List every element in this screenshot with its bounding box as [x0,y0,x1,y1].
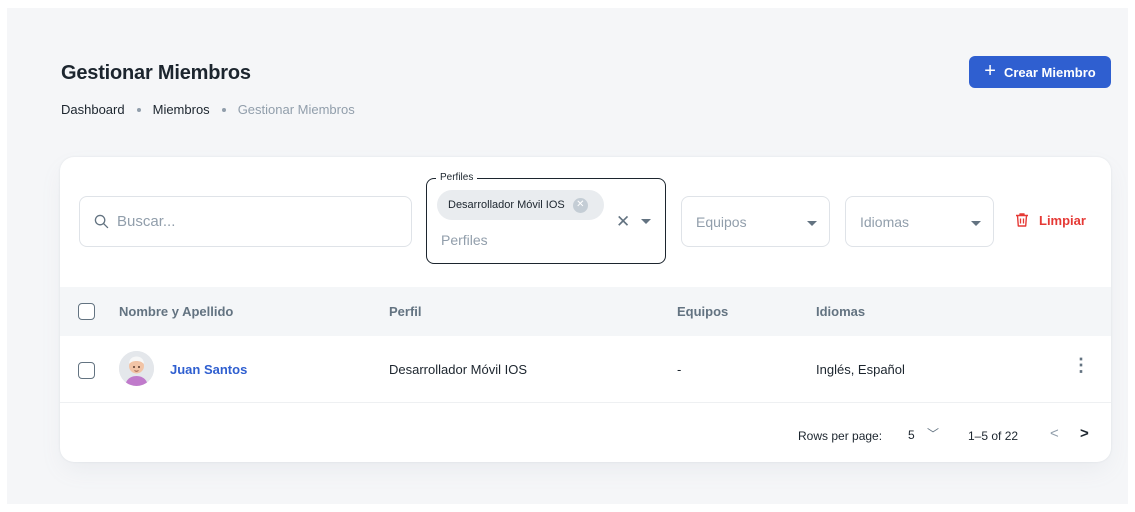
chip-remove-icon[interactable]: ✕ [572,197,588,213]
breadcrumb: Dashboard Miembros Gestionar Miembros [61,102,355,117]
cell-idiomas: Inglés, Español [816,362,905,377]
clear-selection-icon[interactable]: ✕ [616,212,630,232]
perfiles-select[interactable]: Perfiles Desarrollador Móvil IOS ✕ Perfi… [426,172,666,264]
perfiles-placeholder: Perfiles [441,232,488,248]
pagination-range: 1–5 of 22 [968,429,1019,443]
search-placeholder: Buscar... [117,213,176,230]
pagination: Rows per page: 5 ﹀ 1–5 of 22 < > [60,403,1111,462]
rows-per-page-select[interactable]: 5 [908,428,915,442]
dropdown-caret-icon [971,221,981,226]
clear-filters-label: Limpiar [1039,212,1086,228]
breadcrumb-dashboard[interactable]: Dashboard [61,102,125,117]
chevron-left-icon[interactable]: < [1050,425,1059,442]
idiomas-placeholder: Idiomas [860,214,910,230]
cell-perfil: Desarrollador Móvil IOS [389,362,527,377]
page-header: Gestionar Miembros [61,62,251,85]
row-checkbox[interactable] [78,362,95,379]
trash-icon [1016,213,1028,227]
perfil-chip: Desarrollador Móvil IOS ✕ [437,190,604,220]
column-header-name[interactable]: Nombre y Apellido [119,304,233,319]
perfil-chip-label: Desarrollador Móvil IOS [448,199,565,211]
column-header-equipos[interactable]: Equipos [677,304,728,319]
breadcrumb-miembros[interactable]: Miembros [153,102,210,117]
equipos-select[interactable]: Equipos [681,196,830,247]
create-member-label: Crear Miembro [1003,64,1096,80]
plus-icon: + [984,60,996,82]
cell-equipos: - [677,362,682,377]
select-all-checkbox[interactable] [78,303,95,320]
breadcrumb-separator [221,107,226,112]
column-header-perfil[interactable]: Perfil [389,304,422,319]
search-icon [94,214,109,229]
dropdown-caret-icon [807,221,817,226]
rows-per-page-label: Rows per page: [798,429,883,443]
chevron-right-icon[interactable]: > [1080,425,1089,442]
dropdown-caret-icon[interactable] [641,219,651,224]
member-name-link[interactable]: Juan Santos [170,362,247,377]
chevron-down-icon[interactable]: ﹀ [927,425,939,442]
table-header: Nombre y Apellido Perfil Equipos Idiomas [60,287,1111,336]
clear-filters-button[interactable]: Limpiar [1014,212,1086,228]
more-vertical-icon[interactable]: ⋮ [1072,356,1090,374]
members-card: Buscar... Perfiles Desarrollador Móvil I… [60,157,1111,462]
create-member-button[interactable]: + Crear Miembro [969,56,1111,88]
page-title: Gestionar Miembros [61,62,251,84]
breadcrumb-current: Gestionar Miembros [237,102,355,117]
avatar [119,351,154,386]
table-row[interactable]: Juan Santos Desarrollador Móvil IOS - In… [60,336,1111,403]
perfiles-legend: Perfiles [436,172,478,183]
equipos-placeholder: Equipos [696,214,747,230]
idiomas-select[interactable]: Idiomas [845,196,994,247]
column-header-idiomas[interactable]: Idiomas [816,304,865,319]
search-input[interactable]: Buscar... [79,196,412,247]
breadcrumb-separator [136,107,141,112]
